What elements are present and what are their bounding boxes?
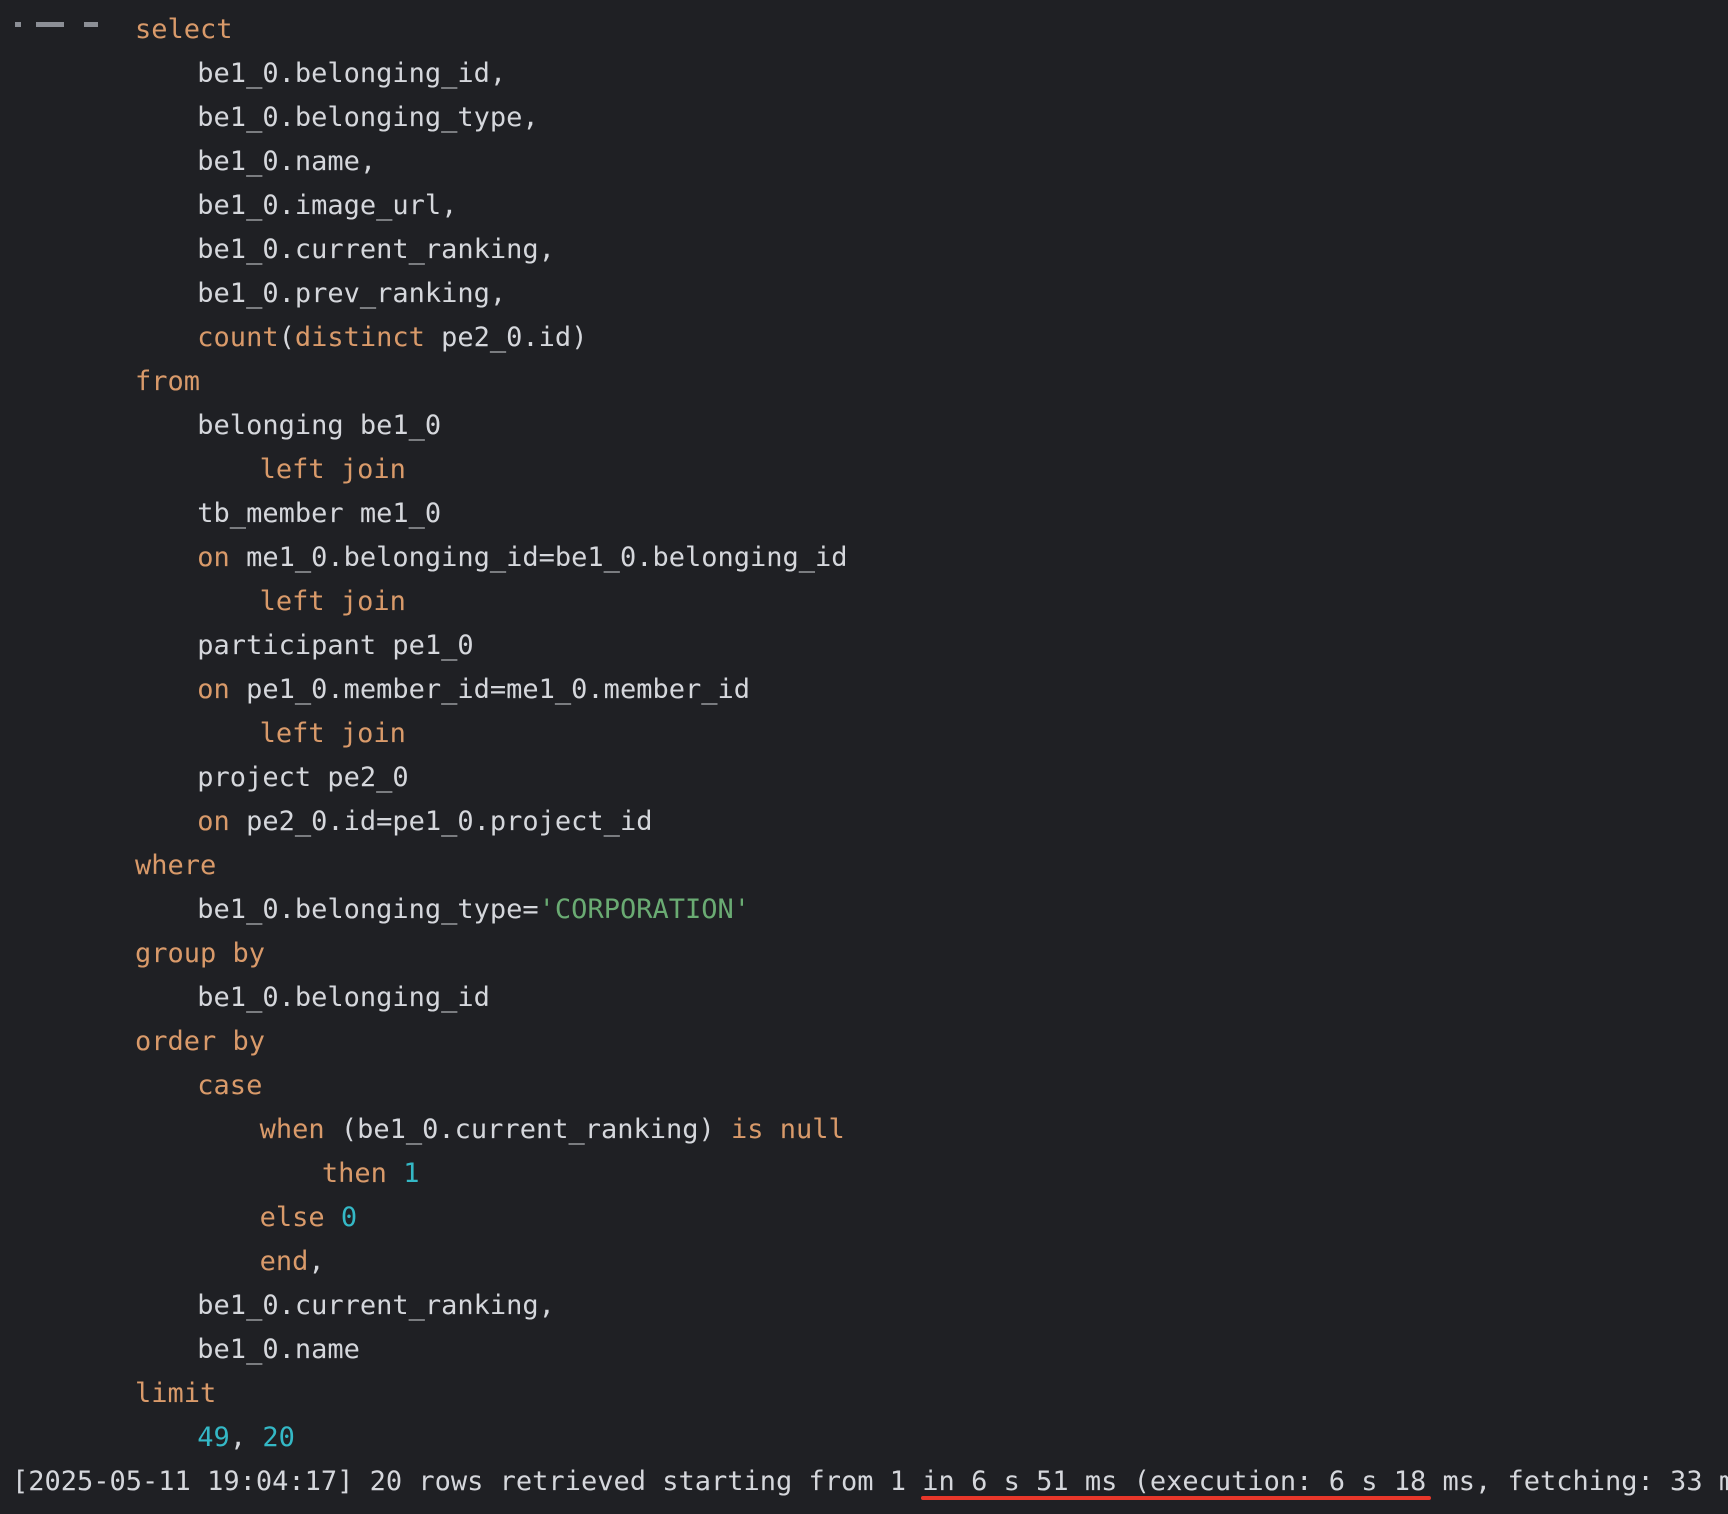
code-line: be1_0.current_ranking, [197, 1284, 555, 1328]
sql-text: tb_member me1_0 [197, 498, 442, 529]
code-line: be1_0.belonging_type, [197, 96, 538, 140]
code-line: left join [260, 580, 406, 624]
code-line: be1_0.image_url, [197, 184, 457, 228]
sql-keyword: is null [731, 1114, 845, 1145]
sql-keyword: distinct [294, 322, 425, 353]
sql-text: pe2_0.id=pe1_0.project_id [229, 806, 653, 837]
sql-text: be1_0.belonging_id [197, 982, 490, 1013]
status-prefix: [2025-05-11 19:04:17] 20 rows retrieved … [12, 1466, 972, 1497]
code-line: left join [260, 448, 406, 492]
sql-text: , [229, 1422, 263, 1453]
code-line: from [135, 360, 200, 404]
sql-keyword: count [197, 322, 279, 353]
sql-keyword: on [197, 542, 230, 573]
sql-text: ( [278, 322, 295, 353]
code-line: when (be1_0.current_ranking) is null [260, 1108, 845, 1152]
sql-keyword: left join [259, 718, 406, 749]
sql-keyword: left join [259, 454, 406, 485]
sql-text: be1_0.belonging_id, [197, 58, 507, 89]
code-line: be1_0.belonging_type='CORPORATION' [197, 888, 750, 932]
code-line: select [135, 8, 233, 52]
code-line: then 1 [322, 1152, 420, 1196]
sql-text: me1_0.belonging_id=be1_0.belonging_id [229, 542, 848, 573]
sql-number: 0 [340, 1202, 358, 1233]
sql-keyword: group by [135, 938, 266, 969]
sql-number: 49 [197, 1422, 230, 1453]
code-line: be1_0.name [197, 1328, 360, 1372]
sql-keyword: order by [135, 1026, 266, 1057]
code-line: be1_0.belonging_id [197, 976, 490, 1020]
code-line: participant pe1_0 [197, 624, 473, 668]
code-line: end, [260, 1240, 325, 1284]
code-line: 49, 20 [197, 1416, 295, 1460]
code-line: order by [135, 1020, 265, 1064]
code-line: case [197, 1064, 262, 1108]
sql-text: be1_0.prev_ranking, [197, 278, 507, 309]
code-line: project pe2_0 [197, 756, 408, 800]
sql-keyword: when [259, 1114, 325, 1145]
timing-underline-annotation [921, 1496, 1431, 1500]
status-suffix: fetching: 33 ms) [1507, 1466, 1728, 1497]
code-line: on pe2_0.id=pe1_0.project_id [197, 800, 652, 844]
code-line: be1_0.name, [197, 140, 376, 184]
sql-text: be1_0.current_ranking, [197, 234, 555, 265]
sql-keyword: case [197, 1070, 263, 1101]
code-line: be1_0.current_ranking, [197, 228, 555, 272]
code-line: on pe1_0.member_id=me1_0.member_id [197, 668, 750, 712]
sql-string: 'CORPORATION' [538, 894, 750, 925]
sql-text: (be1_0.current_ranking) [324, 1114, 732, 1145]
sql-keyword: from [135, 366, 201, 397]
sql-text: project pe2_0 [197, 762, 409, 793]
sql-number: 1 [403, 1158, 420, 1189]
sql-keyword: else [259, 1202, 325, 1233]
gutter-fold-icon [12, 18, 112, 32]
code-line: on me1_0.belonging_id=be1_0.belonging_id [197, 536, 847, 580]
sql-keyword: on [197, 674, 230, 705]
code-line: tb_member me1_0 [197, 492, 441, 536]
code-line: belonging be1_0 [197, 404, 441, 448]
sql-text: be1_0.belonging_type= [197, 894, 539, 925]
code-line: else 0 [260, 1196, 358, 1240]
code-line: count(distinct pe2_0.id) [197, 316, 587, 360]
code-line: limit [135, 1372, 216, 1416]
code-line: be1_0.prev_ranking, [197, 272, 506, 316]
sql-text: be1_0.image_url, [197, 190, 458, 221]
code-line: group by [135, 932, 265, 976]
sql-keyword: then [321, 1158, 387, 1189]
code-line: where [135, 844, 216, 888]
sql-text: be1_0.current_ranking, [197, 1290, 555, 1321]
sql-text: pe1_0.member_id=me1_0.member_id [229, 674, 750, 705]
sql-text: participant pe1_0 [197, 630, 474, 661]
sql-keyword: left join [259, 586, 406, 617]
sql-keyword: where [135, 850, 217, 881]
sql-number: 20 [262, 1422, 295, 1453]
sql-text: be1_0.name [197, 1334, 360, 1365]
sql-keyword: select [135, 14, 233, 45]
sql-text: , [308, 1246, 325, 1277]
sql-text: be1_0.belonging_type, [197, 102, 539, 133]
status-timing-highlighted: 6 s 51 ms (execution: 6 s 18 ms, [971, 1466, 1492, 1497]
sql-keyword: limit [135, 1378, 217, 1409]
code-line: left join [260, 712, 406, 756]
sql-text: belonging be1_0 [197, 410, 442, 441]
sql-text: pe2_0.id) [424, 322, 588, 353]
query-result-status: [2025-05-11 19:04:17] 20 rows retrieved … [12, 1460, 1728, 1504]
code-line: be1_0.belonging_id, [197, 52, 506, 96]
sql-keyword: on [197, 806, 230, 837]
sql-keyword: end [259, 1246, 309, 1277]
sql-text: be1_0.name, [197, 146, 377, 177]
